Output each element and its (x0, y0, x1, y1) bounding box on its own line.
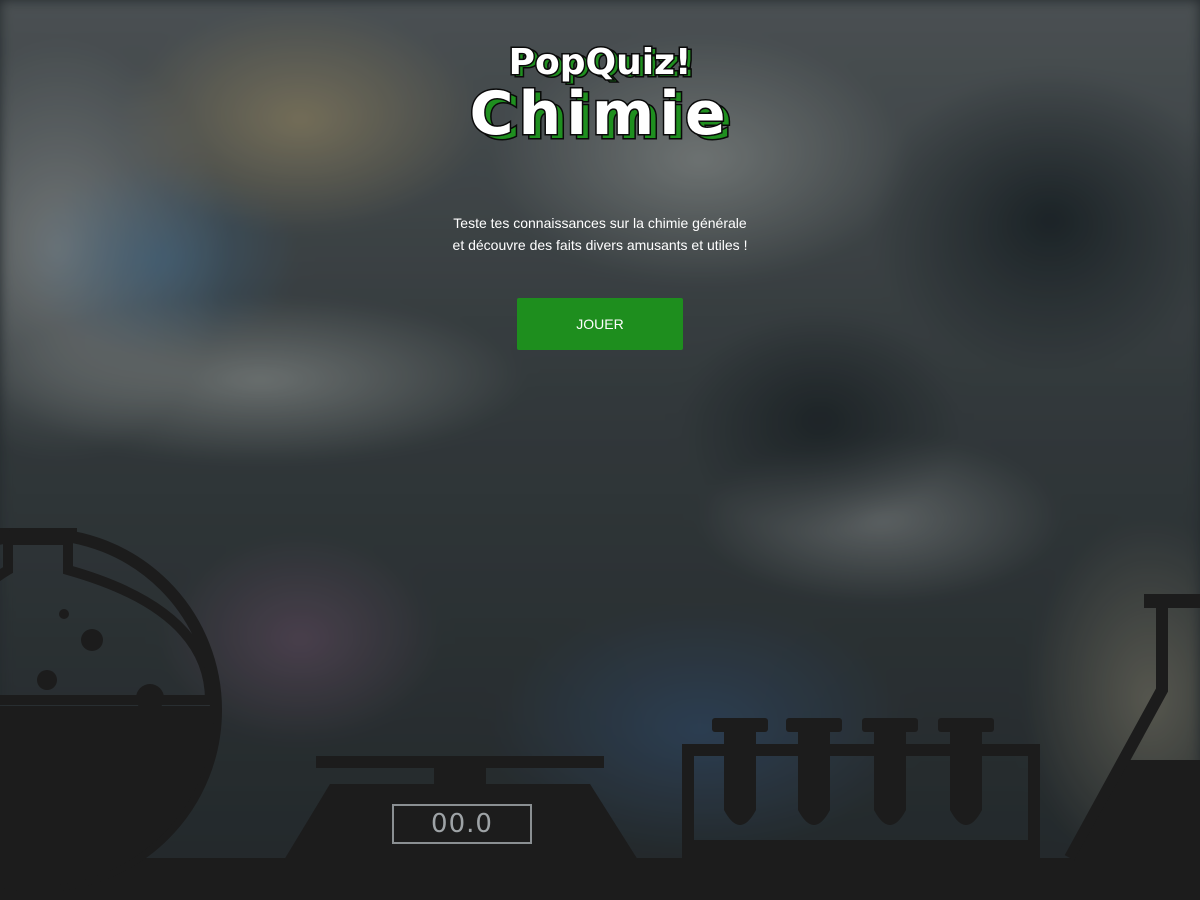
scale-readout: 00.0 (392, 804, 532, 844)
test-tube-rack-icon (682, 718, 1040, 866)
erlenmeyer-flask-icon (1064, 594, 1200, 861)
round-bottom-flask-icon (0, 528, 222, 892)
lab-silhouette (0, 528, 1200, 900)
quiz-home-screen: PopQuiz! PopQuiz! Chimie Chimie Teste te… (0, 0, 1200, 900)
